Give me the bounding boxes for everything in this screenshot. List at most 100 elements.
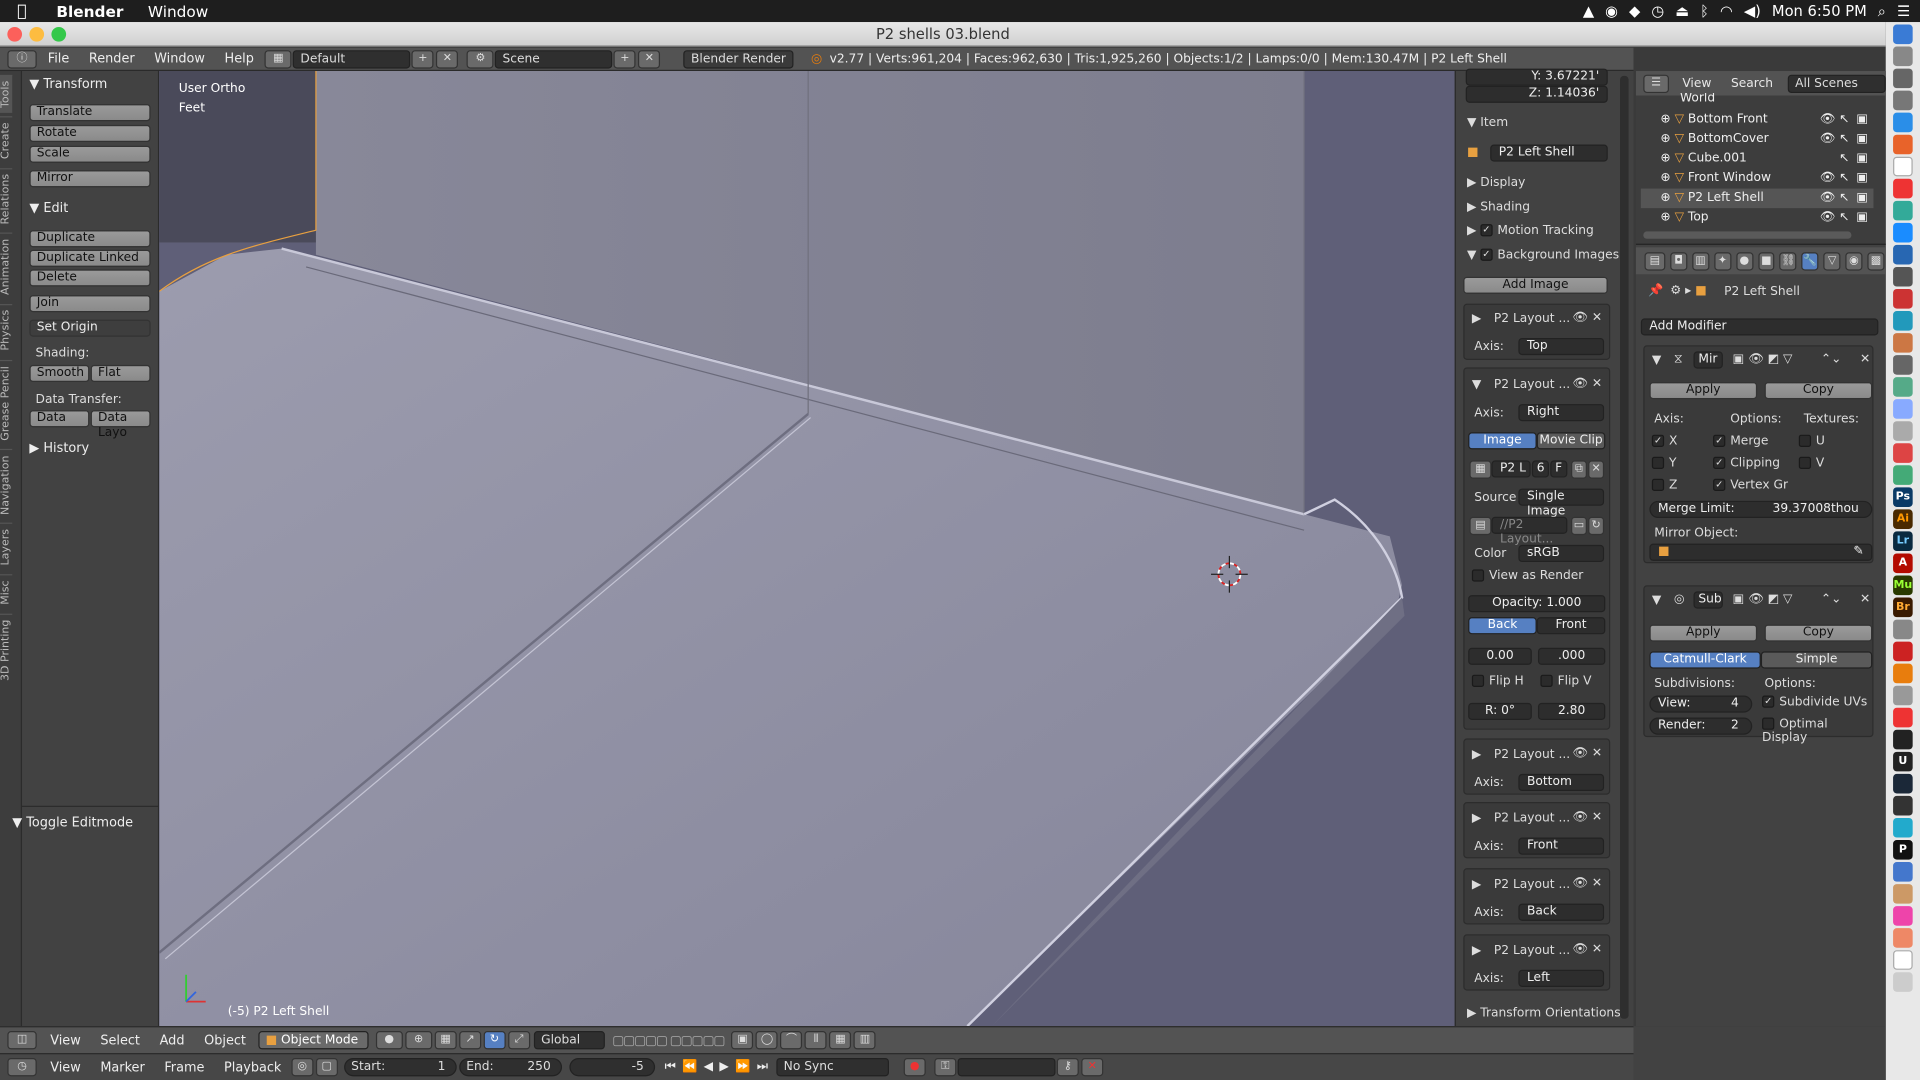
opacity-field[interactable]: Opacity: 1.000 [1468, 595, 1606, 613]
outliner-item-world[interactable]: World [1680, 93, 1888, 105]
duplicate-linked-button[interactable]: Duplicate Linked [29, 249, 151, 267]
scene-select[interactable]: Scene [495, 49, 613, 68]
camera-icon[interactable]: ▣ [1856, 110, 1868, 130]
npanel-scrollbar[interactable] [1620, 75, 1629, 1019]
scene-icon[interactable]: ⚙ [466, 49, 494, 68]
catmull-clark-toggle[interactable]: Catmull-Clark [1649, 651, 1761, 669]
manipulator-scale-icon[interactable]: ⤢ [508, 1031, 531, 1050]
camera-icon[interactable]: ▣ [1856, 208, 1868, 228]
filepath-field[interactable]: //P2 Layout... [1491, 516, 1568, 546]
eye-icon[interactable]: 👁 [1572, 377, 1588, 390]
dock-app-icon[interactable] [1893, 200, 1913, 221]
keying-set-field[interactable] [957, 1057, 1056, 1077]
opengl-render-icon[interactable]: ▦ [829, 1031, 852, 1050]
dock-app-icon[interactable] [1893, 90, 1913, 111]
dock-app-icon[interactable] [1893, 421, 1913, 441]
opengl-anim-icon[interactable]: ▥ [853, 1031, 877, 1050]
axis-select[interactable]: Front [1518, 837, 1605, 855]
timeline-editor-icon[interactable]: ◷ [7, 1057, 37, 1077]
tab-relations[interactable]: Relations [0, 167, 13, 230]
snap-element-icon[interactable]: ⫴ [805, 1031, 828, 1050]
data-tab-icon[interactable]: ▽ [1823, 251, 1841, 271]
timeline-menu-view[interactable]: View [50, 1060, 81, 1075]
flip-v-checkbox[interactable]: Flip V [1540, 674, 1591, 688]
translate-button[interactable]: Translate [29, 104, 151, 122]
mirror-u-checkbox[interactable]: U [1798, 434, 1825, 448]
3d-viewport[interactable]: User Ortho Feet (-5) P2 Left Shell [159, 71, 1455, 1027]
texture-tab-icon[interactable]: ▩ [1867, 251, 1885, 271]
movie-clip-tab[interactable]: Movie Clip [1536, 432, 1606, 450]
menu-object[interactable]: Object [204, 1033, 246, 1048]
start-frame-field[interactable]: Start: 1 [343, 1057, 457, 1077]
dock-app-icon[interactable] [1893, 465, 1913, 485]
view-as-render-checkbox[interactable]: View as Render [1471, 569, 1583, 583]
menu-file[interactable]: File [38, 51, 79, 66]
firefox-icon[interactable] [1893, 134, 1913, 155]
lightroom-icon[interactable]: Lr [1893, 531, 1913, 552]
delete-button[interactable]: Delete [29, 269, 151, 287]
axis-select[interactable]: Back [1518, 903, 1605, 921]
remove-icon[interactable]: ✕ [1592, 377, 1602, 390]
outliner-item[interactable]: ⊕ ▽ Top 👁 ↖ ▣ [1660, 208, 1868, 228]
background-images-header[interactable]: ▼ ✓ Background Images [1467, 248, 1619, 262]
tab-create[interactable]: Create [0, 116, 13, 165]
vertex-groups-checkbox[interactable]: ✓ Vertex Gr [1713, 478, 1788, 492]
itunes-icon[interactable] [1893, 906, 1913, 926]
unity-icon[interactable]: U [1893, 751, 1913, 772]
illustrator-icon[interactable]: Ai [1893, 509, 1913, 529]
bluetooth-icon[interactable]: ᛒ [1700, 2, 1709, 19]
object-name-field[interactable]: P2 Left Shell [1490, 144, 1608, 162]
unlink-icon[interactable]: ✕ [1588, 460, 1605, 479]
photoshop-icon[interactable]: Ps [1893, 487, 1913, 507]
modifiers-tab-icon[interactable]: 🔧 [1801, 251, 1819, 271]
orientation-select[interactable]: Global [533, 1031, 605, 1050]
motion-tracking-header[interactable]: ▶ ✓ Motion Tracking [1467, 224, 1594, 238]
outliner-menu-view[interactable]: View [1682, 77, 1711, 90]
viewport-shading-icon[interactable]: ● [375, 1031, 403, 1050]
axis-select[interactable]: Bottom [1518, 773, 1605, 792]
x-offset-field[interactable]: 0.00 [1468, 647, 1532, 665]
dock-app-icon[interactable] [1893, 266, 1913, 287]
eye-icon[interactable]: 👁 [1572, 877, 1588, 890]
eject-icon[interactable]: ⏏ [1675, 2, 1689, 19]
outliner-filter-select[interactable]: All Scenes [1787, 74, 1886, 93]
clock[interactable]: Mon 6:50 PM [1772, 2, 1867, 19]
eyedropper-icon[interactable]: ✎ [1853, 545, 1863, 560]
view-levels-field[interactable]: View: 4 [1649, 695, 1753, 713]
eye-icon[interactable]: 👁 [1572, 943, 1588, 956]
spotlight-icon[interactable]: ⌕ [1878, 2, 1886, 20]
outliner-menu-search[interactable]: Search [1731, 77, 1773, 90]
dock-app-icon[interactable] [1893, 707, 1913, 728]
close-window-button[interactable] [7, 26, 23, 42]
subsurf-name-field[interactable]: Sub [1693, 591, 1723, 609]
pivot-point-icon[interactable]: ⊕ [405, 1031, 433, 1050]
render-toggle-icon[interactable]: ▣ 👁 ◩ ▽ [1733, 353, 1793, 366]
merge-checkbox[interactable]: ✓ Merge [1713, 434, 1768, 448]
cursor-icon[interactable]: ↖ [1839, 110, 1849, 130]
collapse-icon[interactable]: ▼ [1472, 378, 1481, 391]
steam-icon[interactable] [1893, 773, 1913, 794]
background-images-checkbox[interactable]: ✓ [1480, 248, 1493, 261]
blender-icon[interactable] [1893, 663, 1913, 684]
remove-layout-icon[interactable]: ✕ [436, 49, 459, 68]
volume-icon[interactable]: ◀) [1744, 2, 1761, 19]
calendar-icon[interactable] [1893, 178, 1913, 199]
rotation-field[interactable]: R: 0° [1468, 702, 1532, 721]
constraints-tab-icon[interactable]: ⛓ [1779, 251, 1797, 271]
eye-icon[interactable]: 👁 [1820, 169, 1836, 189]
cursor-icon[interactable]: ↖ [1839, 189, 1849, 209]
menu-view[interactable]: View [50, 1033, 81, 1048]
item-panel-header[interactable]: ▼ Item [1467, 116, 1508, 129]
dock-app-icon[interactable] [1893, 156, 1913, 177]
snap-icon[interactable]: ⌒ [780, 1031, 803, 1050]
cursor-icon[interactable]: ↖ [1839, 149, 1849, 169]
subsurf-copy-button[interactable]: Copy [1764, 624, 1873, 642]
add-modifier-select[interactable]: Add Modifier [1640, 318, 1879, 336]
shading-panel-header[interactable]: ▶ Shading [1467, 201, 1530, 214]
outliner-editor-icon[interactable]: ☰ [1643, 74, 1669, 93]
dock-app-icon[interactable] [1893, 884, 1913, 904]
minimize-window-button[interactable] [29, 26, 45, 42]
scene-tab-icon[interactable]: ✦ [1713, 251, 1731, 271]
transform-orientations-header[interactable]: ▶ Transform Orientations [1467, 1007, 1621, 1020]
proportional-edit-icon[interactable]: ◯ [756, 1031, 779, 1050]
